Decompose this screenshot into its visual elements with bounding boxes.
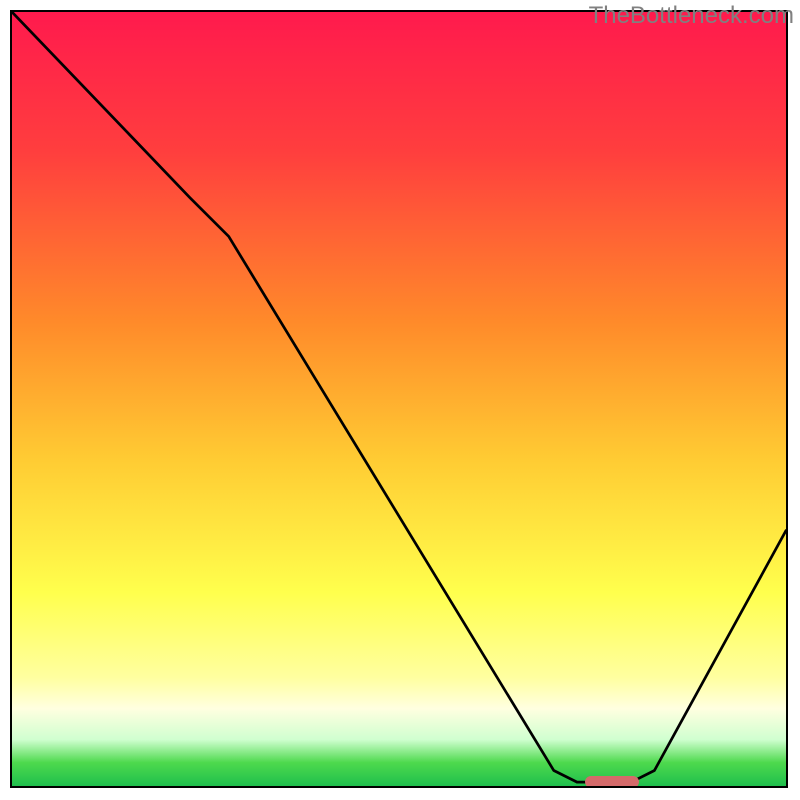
watermark-text: TheBottleneck.com <box>589 2 794 30</box>
optimal-marker <box>585 776 639 788</box>
plot-area <box>10 10 788 788</box>
bottleneck-curve <box>12 12 786 786</box>
bottleneck-chart: TheBottleneck.com <box>0 0 800 800</box>
